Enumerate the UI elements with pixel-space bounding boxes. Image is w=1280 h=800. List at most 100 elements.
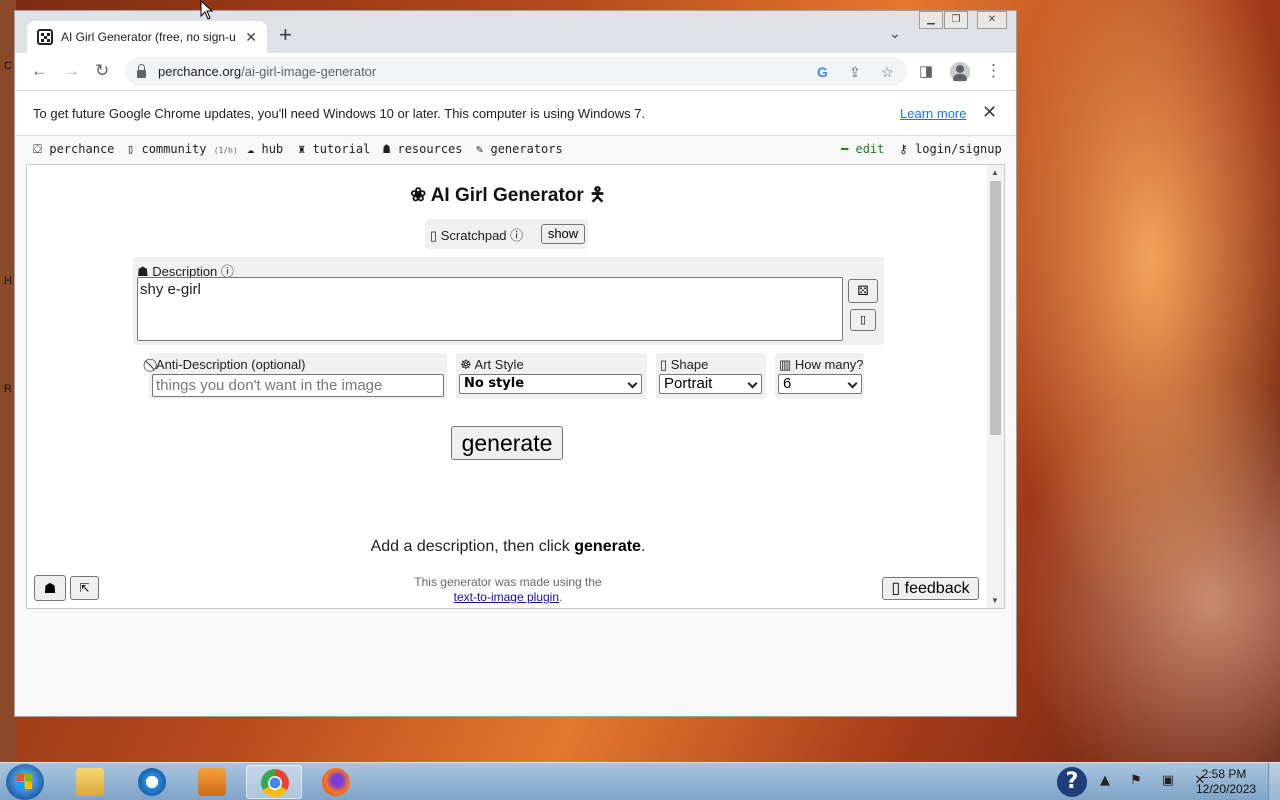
new-tab-icon[interactable]: + [279, 23, 292, 47]
nav-edit-link[interactable]: ━ edit [841, 142, 884, 156]
dice-favicon-icon [37, 29, 53, 45]
back-icon[interactable]: ← [31, 61, 48, 81]
tab-active[interactable]: AI Girl Generator (free, no sign-up ✕ [27, 21, 267, 53]
taskbar-explorer[interactable] [62, 765, 118, 799]
menu-kebab-icon[interactable]: ⋮ [985, 61, 1002, 81]
randomize-dice-button[interactable]: ⚄ [848, 279, 878, 303]
scroll-thumb[interactable] [990, 181, 1001, 435]
nav-label: community [141, 142, 207, 156]
chevron-down-icon [847, 378, 858, 389]
reload-icon[interactable]: ↻ [95, 61, 109, 81]
chevron-down-icon [627, 378, 638, 389]
start-button[interactable] [6, 764, 44, 800]
tutorial-icon: ♜ [298, 142, 306, 156]
page-viewport: ⛋ perchance ▯ community (1/h) ☁ hub ♜ tu… [15, 136, 1016, 716]
how-many-select[interactable]: 6 [778, 374, 862, 394]
scratchpad-show-button[interactable]: show [541, 224, 585, 244]
close-tab-icon[interactable]: ✕ [245, 29, 257, 46]
text-to-image-plugin-link[interactable]: text-to-image plugin [454, 590, 559, 604]
taskbar-internet-explorer[interactable] [124, 765, 180, 799]
minimize-button[interactable]: ▁ [919, 11, 943, 29]
art-style-label: ☸ Art Style [460, 357, 524, 372]
nav-label: edit [855, 142, 885, 156]
art-style-select[interactable]: No style [459, 374, 642, 394]
nav-label: perchance [49, 142, 115, 156]
generate-button[interactable]: generate [451, 426, 563, 460]
infobar-close-icon[interactable]: ✕ [982, 102, 997, 123]
nav-item-tutorial[interactable]: ♜ tutorial [298, 142, 370, 156]
taskbar-media-player[interactable] [184, 765, 240, 799]
media-player-icon [198, 768, 226, 796]
description-clear-button[interactable]: ▯ [850, 309, 876, 331]
hint-suffix: . [640, 538, 646, 555]
windows-logo-icon [17, 774, 33, 790]
nav-label: generators [490, 142, 563, 156]
desktop-glyph: C [4, 60, 12, 72]
windows-taskbar: ? ▲ ⚑ ▣ ✕ 2:58 PM 12/20/2023 [0, 762, 1280, 800]
nav-item-resources[interactable]: ☗ resources [383, 142, 463, 156]
scroll-down-icon[interactable]: ▼ [991, 596, 999, 605]
browser-window: AI Girl Generator (free, no sign-up ✕ + … [14, 10, 1017, 717]
hint-bold: generate [574, 538, 641, 555]
community-rate: (1/h) [213, 146, 238, 155]
gallery-button[interactable]: ☗ [34, 575, 66, 601]
share-icon[interactable]: ⇪ [849, 64, 861, 81]
nav-label: tutorial [312, 142, 371, 156]
chevron-down-icon [747, 378, 758, 389]
nav-item-generators[interactable]: ✎ generators [476, 142, 563, 156]
taskbar-clock[interactable]: 2:58 PM 12/20/2023 [1196, 767, 1257, 797]
nav-item-perchance[interactable]: ⛋ perchance [33, 142, 114, 157]
art-style-box: ☸ Art Style No style [456, 353, 647, 399]
edit-pencil-icon: ━ [841, 142, 849, 156]
tab-strip: AI Girl Generator (free, no sign-up ✕ + … [15, 11, 1016, 53]
chrome-icon [261, 769, 289, 797]
generator-title: ❀ AI Girl Generator 🯅 [410, 185, 606, 206]
credit-text: This generator was made using the [414, 575, 602, 589]
hub-icon: ☁ [247, 142, 255, 156]
nav-item-hub[interactable]: ☁ hub [247, 142, 283, 156]
feedback-button[interactable]: ▯ feedback [882, 577, 979, 600]
taskbar-chrome[interactable] [246, 765, 302, 799]
anti-description-input[interactable]: things you don't want in the image [152, 374, 444, 397]
help-icon[interactable]: ? [1057, 767, 1087, 797]
resources-icon: ☗ [383, 142, 391, 156]
update-infobar: To get future Google Chrome updates, you… [15, 90, 1016, 136]
shape-value: Portrait [664, 375, 713, 392]
folder-icon [76, 768, 104, 796]
lock-icon[interactable] [137, 63, 146, 78]
description-textarea[interactable]: shy e-girl [137, 277, 843, 341]
tab-search-icon[interactable]: ⌄ [889, 25, 901, 42]
url-domain: perchance.org [158, 64, 242, 79]
restore-button[interactable]: ❐ [944, 11, 968, 29]
show-desktop-button[interactable] [1268, 763, 1280, 800]
scroll-up-icon[interactable]: ▲ [991, 168, 999, 177]
frame-scrollbar[interactable]: ▲ ▼ [987, 165, 1004, 608]
ie-icon [138, 768, 166, 796]
plugin-credit: This generator was made using the text-t… [27, 575, 989, 605]
clock-date: 12/20/2023 [1196, 782, 1257, 796]
forward-icon[interactable]: → [63, 61, 80, 81]
nav-label: login/signup [915, 142, 1002, 156]
anti-description-box: ⃠ Anti-Description (optional) things you… [149, 353, 447, 399]
nav-login-link[interactable]: ⚷ login/signup [899, 142, 1002, 156]
how-many-value: 6 [783, 375, 792, 392]
nav-item-community[interactable]: ▯ community (1/h) [127, 142, 238, 156]
profile-avatar-icon[interactable] [950, 62, 970, 82]
expand-button[interactable]: ⇱ [70, 576, 99, 600]
key-icon: ⚷ [899, 142, 908, 156]
shape-box: ▯ Shape Portrait [656, 353, 766, 399]
google-lens-icon[interactable]: G [817, 64, 828, 80]
side-panel-icon[interactable]: ◨ [919, 62, 933, 82]
bookmark-star-icon[interactable]: ☆ [881, 64, 894, 81]
description-box: ☗ Description ⓘ shy e-girl ⚄ ▯ [133, 257, 884, 345]
hint-text: Add a description, then click generate. [27, 538, 989, 556]
how-many-box: ▥ How many? 6 [775, 353, 864, 399]
dice-icon: ⛋ [33, 142, 43, 156]
taskbar-firefox[interactable] [308, 765, 364, 799]
address-bar[interactable]: perchance.org /ai-girl-image-generator G… [125, 57, 907, 86]
scratchpad-label: ▯ Scratchpad ⓘ [430, 227, 524, 243]
learn-more-link[interactable]: Learn more [900, 106, 966, 121]
close-window-button[interactable]: ✕ [977, 11, 1007, 29]
nav-label: hub [261, 142, 284, 156]
shape-select[interactable]: Portrait [659, 374, 762, 394]
